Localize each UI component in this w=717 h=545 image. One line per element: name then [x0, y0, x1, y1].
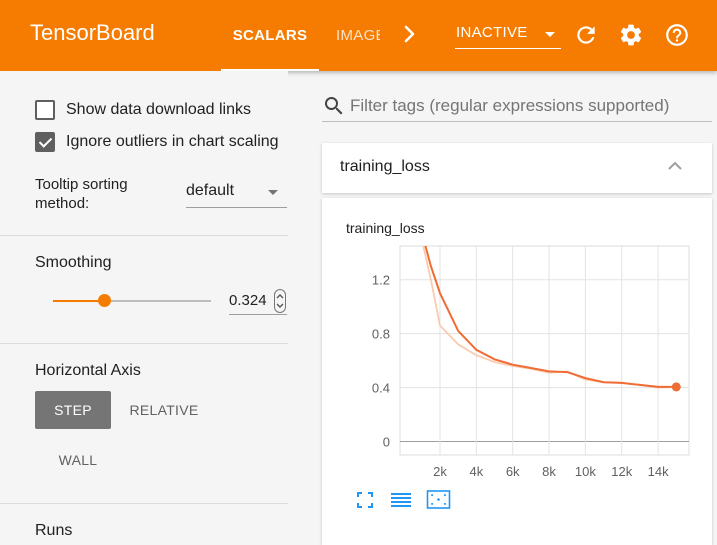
x-tick-label: 12k: [611, 464, 632, 479]
x-tick-label: 14k: [648, 464, 669, 479]
fit-domain-icon[interactable]: [426, 489, 451, 511]
loss-chart[interactable]: 0 0.4 0.8 1.2 2k 4k 6k 8k 10k 12k 14k: [0, 0, 717, 545]
data-list-icon[interactable]: [390, 489, 412, 511]
fit-screen-icon[interactable]: [354, 489, 376, 511]
y-tick-label: 0: [383, 435, 390, 450]
x-tick-label: 4k: [469, 464, 483, 479]
last-point-marker: [671, 382, 681, 392]
x-tick-label: 8k: [542, 464, 556, 479]
x-tick-label: 10k: [575, 464, 596, 479]
plot-frame: [399, 245, 690, 456]
y-tick-label: 0.4: [372, 381, 390, 396]
y-tick-label: 1.2: [372, 273, 390, 288]
x-tick-label: 6k: [506, 464, 520, 479]
x-tick-label: 2k: [433, 464, 447, 479]
y-tick-label: 0.8: [372, 327, 390, 342]
